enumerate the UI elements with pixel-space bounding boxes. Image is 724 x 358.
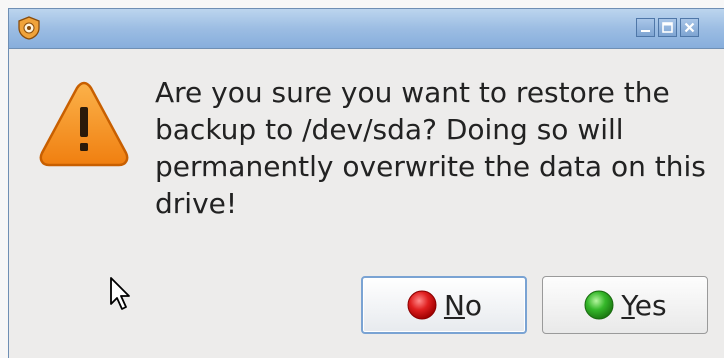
dialog-message: Are you sure you want to restore the bac…: [155, 76, 706, 220]
green-circle-icon: [584, 290, 614, 320]
warning-icon: [39, 81, 129, 167]
minimize-icon: [641, 30, 650, 32]
no-button[interactable]: No: [361, 276, 527, 334]
app-shield-icon: [18, 16, 40, 40]
dialog-window: Are you sure you want to restore the bac…: [8, 8, 724, 358]
close-icon: [684, 22, 695, 33]
yes-button-label: Yes: [621, 288, 667, 322]
mouse-pointer-icon: [110, 277, 130, 310]
close-button[interactable]: [680, 18, 699, 37]
no-button-label: No: [443, 288, 483, 322]
minimize-button[interactable]: [636, 18, 655, 37]
yes-button[interactable]: Yes: [542, 276, 708, 334]
maximize-button[interactable]: [658, 18, 677, 37]
title-bar[interactable]: [9, 9, 724, 49]
maximize-icon: [662, 22, 673, 33]
red-circle-icon: [407, 290, 437, 320]
